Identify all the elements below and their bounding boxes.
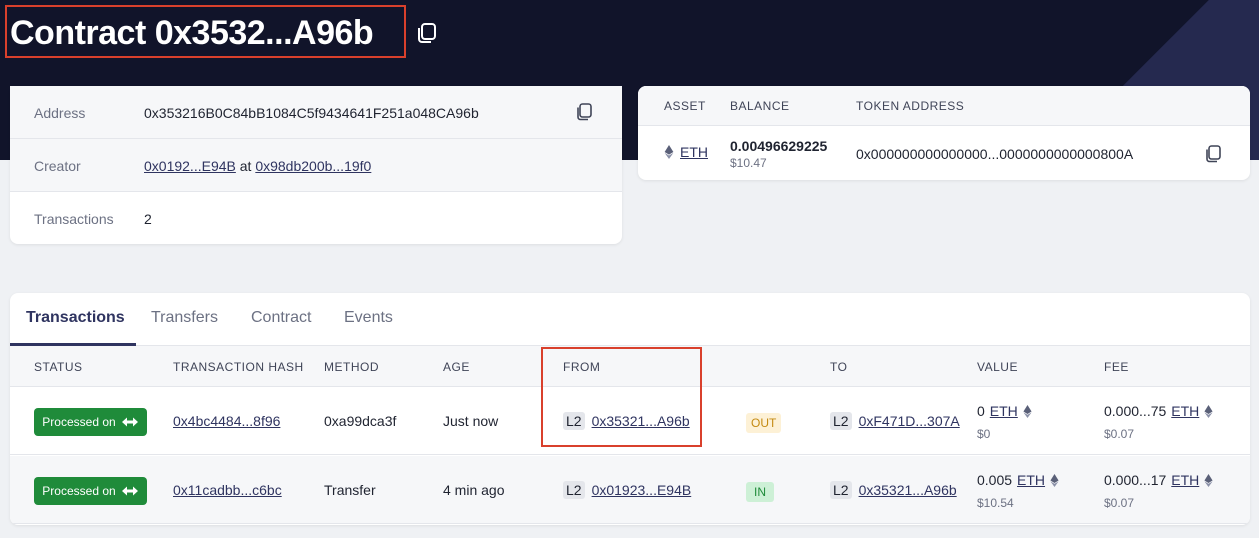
fee-token-link[interactable]: ETH bbox=[1171, 403, 1199, 419]
creator-at-text: at bbox=[239, 157, 252, 174]
fee-cell: 0.000...75 ETH bbox=[1104, 403, 1213, 419]
direction-badge: OUT bbox=[746, 413, 782, 433]
status-badge: Processed on bbox=[34, 408, 147, 436]
to-cell: L2 0x35321...A96b bbox=[830, 481, 957, 499]
direction-badge: IN bbox=[746, 482, 774, 502]
fee-usd: $0.07 bbox=[1104, 427, 1135, 441]
status-header: STATUS bbox=[34, 360, 83, 374]
asset-cell: ETH bbox=[664, 144, 708, 160]
eth-icon bbox=[1204, 404, 1213, 418]
bridge-arrows-icon bbox=[121, 486, 138, 496]
status-badge: Processed on bbox=[34, 477, 147, 505]
status-text: Processed on bbox=[42, 484, 116, 498]
creator-label: Creator bbox=[34, 157, 81, 174]
creator-address-link[interactable]: 0x0192...E94B bbox=[144, 158, 236, 174]
layer-badge: L2 bbox=[830, 481, 852, 499]
eth-icon bbox=[1204, 473, 1213, 487]
address-label: Address bbox=[34, 104, 86, 121]
method-value: Transfer bbox=[324, 482, 376, 498]
value-token-link[interactable]: ETH bbox=[990, 403, 1018, 419]
token-address-header: TOKEN ADDRESS bbox=[856, 99, 965, 113]
fee-header: FEE bbox=[1104, 360, 1129, 374]
address-value: 0x353216B0C84bB1084C5f9434641F251a048CA9… bbox=[144, 104, 479, 121]
balance-usd: $10.47 bbox=[730, 156, 767, 170]
tab-events[interactable]: Events bbox=[344, 309, 393, 327]
to-header: TO bbox=[830, 360, 848, 374]
from-cell: L2 0x01923...E94B bbox=[563, 481, 691, 499]
transactions-label: Transactions bbox=[34, 210, 114, 227]
fee-cell: 0.000...17 ETH bbox=[1104, 472, 1213, 488]
tx-hash-link[interactable]: 0x11cadbb...c6bc bbox=[173, 482, 282, 498]
value-header: VALUE bbox=[977, 360, 1018, 374]
age-header: AGE bbox=[443, 360, 470, 374]
value-usd: $10.54 bbox=[977, 496, 1014, 510]
value-token-link[interactable]: ETH bbox=[1017, 472, 1045, 488]
contract-info-card: Address 0x353216B0C84bB1084C5f9434641F25… bbox=[10, 86, 622, 244]
page-title: Contract 0x3532...A96b bbox=[10, 14, 374, 52]
table-header: STATUS TRANSACTION HASH METHOD AGE FROM … bbox=[10, 346, 1250, 387]
layer-badge: L2 bbox=[563, 412, 585, 430]
tab-transactions[interactable]: Transactions bbox=[26, 309, 125, 327]
creator-value: 0x0192...E94B at 0x98db200b...19f0 bbox=[144, 158, 371, 174]
tab-transfers[interactable]: Transfers bbox=[151, 309, 218, 327]
table-row: Processed on 0x4bc4484...8f96 0xa99dca3f… bbox=[10, 387, 1250, 455]
value-usd: $0 bbox=[977, 427, 991, 441]
eth-icon bbox=[1050, 473, 1059, 487]
transactions-card: Transactions Transfers Contract Events S… bbox=[10, 293, 1250, 525]
transactions-value: 2 bbox=[144, 210, 152, 227]
to-cell: L2 0xF471D...307A bbox=[830, 412, 960, 430]
balances-header: ASSET BALANCE TOKEN ADDRESS bbox=[638, 86, 1250, 126]
transactions-count-row: Transactions 2 bbox=[10, 192, 622, 245]
age-value: Just now bbox=[443, 413, 499, 429]
copy-icon[interactable] bbox=[1203, 144, 1223, 164]
creator-row: Creator 0x0192...E94B at 0x98db200b...19… bbox=[10, 139, 622, 192]
fee-usd: $0.07 bbox=[1104, 496, 1135, 510]
creator-tx-link[interactable]: 0x98db200b...19f0 bbox=[255, 158, 371, 174]
token-address-value: 0x000000000000000...0000000000000800A bbox=[856, 146, 1134, 162]
status-text: Processed on bbox=[42, 415, 116, 429]
value-amount: 0 bbox=[977, 403, 985, 419]
value-cell: 0.005 ETH bbox=[977, 472, 1059, 488]
bridge-arrows-icon bbox=[121, 417, 138, 427]
eth-icon bbox=[1023, 404, 1032, 418]
table-row: Processed on 0x11cadbb...c6bc Transfer 4… bbox=[10, 456, 1250, 524]
value-amount: 0.005 bbox=[977, 472, 1013, 488]
balance-header: BALANCE bbox=[730, 99, 790, 113]
age-value: 4 min ago bbox=[443, 482, 505, 498]
value-cell: 0 ETH bbox=[977, 403, 1032, 419]
tab-bar: Transactions Transfers Contract Events bbox=[10, 293, 1250, 346]
layer-badge: L2 bbox=[830, 412, 852, 430]
balances-card: ASSET BALANCE TOKEN ADDRESS ETH 0.004966… bbox=[638, 86, 1250, 180]
from-header: FROM bbox=[563, 360, 601, 374]
method-header: METHOD bbox=[324, 360, 379, 374]
eth-icon bbox=[664, 145, 674, 159]
fee-amount: 0.000...17 bbox=[1104, 472, 1167, 488]
to-address-link[interactable]: 0xF471D...307A bbox=[859, 413, 960, 429]
to-address-link[interactable]: 0x35321...A96b bbox=[859, 482, 957, 498]
balance-amount: 0.00496629225 bbox=[730, 138, 828, 154]
tx-hash-link[interactable]: 0x4bc4484...8f96 bbox=[173, 413, 280, 429]
asset-header: ASSET bbox=[664, 99, 706, 113]
copy-icon[interactable] bbox=[574, 102, 594, 122]
method-value: 0xa99dca3f bbox=[324, 413, 397, 429]
copy-icon[interactable] bbox=[414, 21, 438, 45]
from-cell: L2 0x35321...A96b bbox=[563, 412, 690, 430]
fee-token-link[interactable]: ETH bbox=[1171, 472, 1199, 488]
layer-badge: L2 bbox=[563, 481, 585, 499]
asset-link[interactable]: ETH bbox=[680, 144, 708, 160]
hash-header: TRANSACTION HASH bbox=[173, 360, 304, 374]
tab-contract[interactable]: Contract bbox=[251, 309, 311, 327]
from-address-link[interactable]: 0x01923...E94B bbox=[592, 482, 692, 498]
address-row: Address 0x353216B0C84bB1084C5f9434641F25… bbox=[10, 86, 622, 139]
fee-amount: 0.000...75 bbox=[1104, 403, 1167, 419]
from-address-link[interactable]: 0x35321...A96b bbox=[592, 413, 690, 429]
